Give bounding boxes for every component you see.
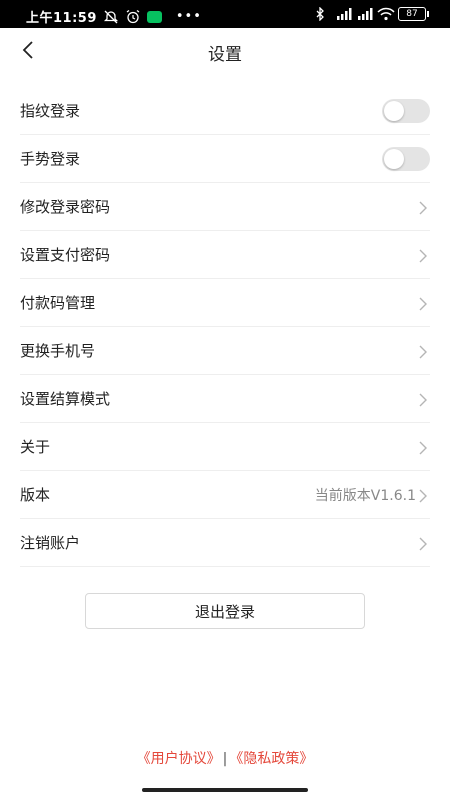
setting-label: 版本: [20, 486, 51, 504]
logout-button[interactable]: 退出登录: [85, 593, 365, 629]
bluetooth-icon: [314, 6, 330, 22]
chevron-right-icon: [416, 296, 430, 310]
setting-version[interactable]: 版本 当前版本V1.6.1: [20, 471, 430, 519]
setting-label: 设置支付密码: [20, 246, 111, 264]
privacy-policy-link[interactable]: 《隐私政策》: [229, 751, 313, 767]
signal-icon: [356, 7, 373, 21]
battery-icon: 87: [398, 7, 429, 21]
setting-label: 更换手机号: [20, 342, 96, 360]
more-notifications-dots: •••: [175, 9, 202, 24]
setting-label: 注销账户: [20, 534, 81, 552]
wifi-icon: [377, 7, 395, 21]
settings-list: 指纹登录 手势登录 修改登录密码 设置支付密码 付款码管理 更换手机号 设置结算…: [20, 87, 430, 567]
status-bar: 上午11:59 ••• 87: [0, 0, 450, 28]
alarm-off-icon: [103, 10, 119, 24]
chevron-right-icon: [416, 248, 430, 262]
status-left: 上午11:59 •••: [26, 7, 202, 26]
chevron-right-icon: [416, 536, 430, 550]
setting-change-login-password[interactable]: 修改登录密码: [20, 183, 430, 231]
user-agreement-link[interactable]: 《用户协议》: [137, 751, 221, 767]
footer-separator: |: [222, 751, 228, 767]
signal-icon: [335, 7, 352, 21]
wechat-icon: [146, 10, 162, 23]
alarm-icon: [125, 9, 141, 24]
chevron-right-icon: [416, 200, 430, 214]
setting-change-phone-number[interactable]: 更换手机号: [20, 327, 430, 375]
setting-label: 手势登录: [20, 150, 81, 168]
chevron-right-icon: [416, 488, 430, 502]
toggle-knob: [384, 100, 404, 121]
setting-set-payment-password[interactable]: 设置支付密码: [20, 231, 430, 279]
fingerprint-login-toggle[interactable]: [382, 98, 430, 123]
setting-payment-code-management[interactable]: 付款码管理: [20, 279, 430, 327]
status-right: 87: [314, 6, 429, 22]
setting-gesture-login: 手势登录: [20, 135, 430, 183]
toggle-knob: [384, 148, 404, 169]
status-time: 上午11:59: [26, 11, 97, 26]
chevron-right-icon: [416, 344, 430, 358]
version-value: 当前版本V1.6.1: [314, 487, 416, 504]
setting-label: 修改登录密码: [20, 198, 111, 216]
setting-label: 设置结算模式: [20, 390, 111, 408]
setting-about[interactable]: 关于: [20, 423, 430, 471]
chevron-right-icon: [416, 392, 430, 406]
setting-cancel-account[interactable]: 注销账户: [20, 519, 430, 567]
footer-links: 《用户协议》 | 《隐私政策》: [0, 748, 450, 768]
home-indicator[interactable]: [142, 788, 308, 792]
header: 设置: [0, 28, 450, 76]
setting-label: 付款码管理: [20, 294, 96, 312]
page-title: 设置: [208, 45, 242, 65]
setting-label: 关于: [20, 438, 51, 456]
chevron-right-icon: [416, 440, 430, 454]
setting-settlement-mode[interactable]: 设置结算模式: [20, 375, 430, 423]
setting-label: 指纹登录: [20, 102, 81, 120]
gesture-login-toggle[interactable]: [382, 146, 430, 171]
setting-fingerprint-login: 指纹登录: [20, 87, 430, 135]
